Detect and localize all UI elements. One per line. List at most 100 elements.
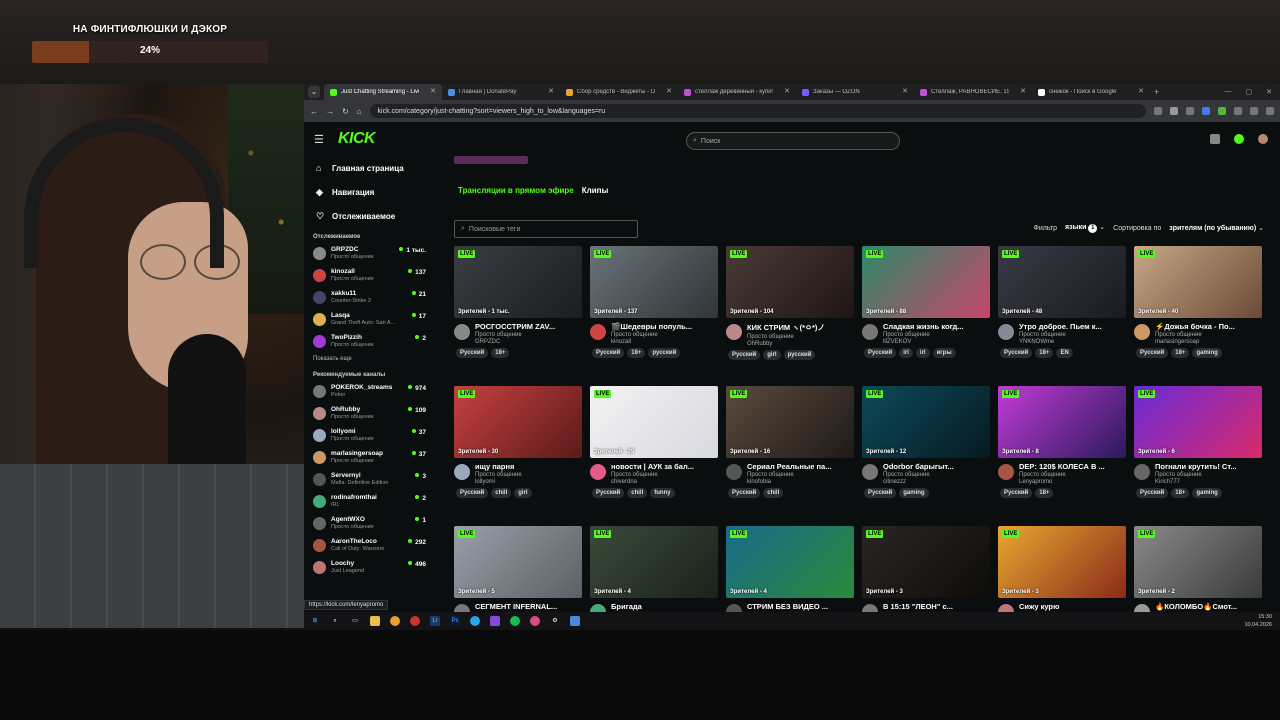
sidebar-channel[interactable]: GRPZDC Просто общение 1 тыс. [304, 242, 450, 264]
stream-title[interactable]: Сериал Реальные па... [747, 462, 851, 471]
tag-pill[interactable]: русский [783, 350, 816, 360]
channel-name[interactable]: marlasingersoap [1155, 339, 1259, 345]
download-icon[interactable] [1234, 107, 1242, 115]
stream-thumbnail[interactable]: LIVE Зрителей - 29 [590, 386, 718, 458]
tag-pill[interactable]: gaming [1192, 488, 1222, 498]
browser-tab[interactable]: Just Chatting Streaming - Live ✕ [324, 84, 442, 100]
channel-name[interactable]: OhRubby [747, 341, 851, 347]
chrome-icon[interactable] [390, 616, 400, 626]
stream-card[interactable]: LIVE Зрителей - 8 DEP: 120$ КОЛЕСА В ... Пр… [998, 386, 1126, 514]
stream-title[interactable]: Сладкая жизнь когд... [883, 322, 987, 331]
sidebar-nav-item[interactable]: ⌂ Главная страница [304, 156, 450, 180]
stream-title[interactable]: Бригада [611, 602, 715, 611]
hamburger-icon[interactable]: ☰ [314, 133, 330, 146]
channel-name[interactable]: GRPZDC [475, 339, 579, 345]
stream-card[interactable]: LIVE Зрителей - 104 КИК СТРИМ ヽ(*ㅇ*)ノ Прост… [726, 246, 854, 374]
sidebar-channel[interactable]: kinozall Просто общение 137 [304, 264, 450, 286]
close-icon[interactable]: ✕ [666, 87, 672, 95]
tag-pill[interactable]: chill [763, 488, 784, 498]
close-icon[interactable]: ✕ [430, 87, 436, 95]
tag-pill[interactable]: 18+ [1171, 488, 1190, 498]
tag-pill[interactable]: girl [514, 488, 532, 498]
sidebar-channel[interactable]: AaronTheLoco Call of Duty: Warzone 292 [304, 534, 450, 556]
avatar[interactable] [862, 604, 878, 612]
tag-pill[interactable]: EN [1056, 348, 1073, 358]
tag-pill[interactable]: 18+ [627, 348, 646, 358]
stream-card[interactable]: LIVE Зрителей - 137 🎬Шедевры популь... Прос… [590, 246, 718, 374]
stream-title[interactable]: Сижу курю [1019, 602, 1123, 611]
tab-search-button[interactable]: ⌄ [308, 86, 320, 98]
app-icon[interactable] [570, 616, 580, 626]
extension-icon[interactable] [1186, 107, 1194, 115]
stream-title[interactable]: Погнали крутить! Ст... [1155, 462, 1259, 471]
app-icon[interactable] [530, 616, 540, 626]
stream-thumbnail[interactable]: LIVE Зрителей - 1 тыс. [454, 246, 582, 318]
channel-name[interactable]: Lenyapromo [1019, 479, 1123, 485]
file-explorer-icon[interactable] [370, 616, 380, 626]
tag-pill[interactable]: funny [650, 488, 675, 498]
avatar[interactable] [998, 464, 1014, 480]
stream-card[interactable]: LIVE Зрителей - 48 Утро доброе. Пьем к... П… [998, 246, 1126, 374]
tag-pill[interactable]: Русский [728, 488, 761, 498]
sidebar-nav-item[interactable]: ♡ Отслеживаемое [304, 204, 450, 228]
url-field[interactable]: kick.com/category/just-chatting?sort=vie… [369, 104, 1146, 118]
browser-tab[interactable]: Заказы — OZON ✕ [796, 84, 914, 100]
sidebar-channel[interactable]: rodinafromthai IRL 2 [304, 490, 450, 512]
stream-title[interactable]: СТРИМ БЕЗ ВИДЕО ... [747, 602, 851, 611]
tag-pill[interactable]: irl [899, 348, 913, 358]
tab-clips[interactable]: Клипы [582, 186, 609, 195]
stream-title[interactable]: ищу парня [475, 462, 579, 471]
sidebar-channel[interactable]: marlasingersoap Просто общение 37 [304, 446, 450, 468]
avatar[interactable] [862, 464, 878, 480]
task-view-icon[interactable]: ▭ [350, 616, 360, 626]
channel-name[interactable]: YNKNOWme [1019, 339, 1123, 345]
tag-pill[interactable]: Русский [1136, 488, 1169, 498]
sort-dropdown[interactable]: зрителям (по убыванию) ⌄ [1169, 224, 1264, 232]
avatar[interactable] [1134, 604, 1150, 612]
stream-thumbnail[interactable]: LIVE Зрителей - 4 [590, 526, 718, 598]
stream-thumbnail[interactable]: LIVE Зрителей - 88 [862, 246, 990, 318]
stream-thumbnail[interactable]: LIVE Зрителей - 3 [862, 526, 990, 598]
tag-pill[interactable]: gaming [1192, 348, 1222, 358]
close-icon[interactable]: ✕ [902, 87, 908, 95]
tag-pill[interactable]: игры [932, 348, 956, 358]
stream-category[interactable]: Просто общение [1155, 472, 1259, 478]
home-icon[interactable]: ⌂ [357, 107, 362, 116]
avatar[interactable] [726, 604, 742, 612]
search-icon[interactable]: ⌕ [330, 616, 340, 626]
sidebar-channel[interactable]: Loochy Just Leagend 496 [304, 556, 450, 578]
stream-card[interactable]: LIVE Зрителей - 3 В 15:15 "ЛЕОН" с...Прост… [862, 526, 990, 612]
profile-icon[interactable] [1250, 107, 1258, 115]
kick-coin-icon[interactable] [1234, 134, 1244, 144]
stream-category[interactable]: Просто общение [1019, 332, 1123, 338]
tag-pill[interactable]: Русский [456, 348, 489, 358]
avatar[interactable] [998, 324, 1014, 340]
clips-icon[interactable] [1210, 134, 1220, 144]
stream-title[interactable]: 🎬Шедевры популь... [611, 322, 715, 331]
close-icon[interactable]: ✕ [548, 87, 554, 95]
spotify-icon[interactable] [510, 616, 520, 626]
tag-pill[interactable]: Русский [864, 488, 897, 498]
channel-name[interactable]: kinofobia [747, 479, 851, 485]
language-dropdown[interactable]: языки 1 ⌄ [1065, 223, 1105, 233]
channel-name[interactable]: kinozall [611, 339, 715, 345]
tag-pill[interactable]: girl [763, 350, 781, 360]
stream-card[interactable]: LIVE Зрителей - 88 Сладкая жизнь когд... Пр… [862, 246, 990, 374]
minimize-icon[interactable]: — [1225, 88, 1232, 96]
stream-title[interactable]: В 15:15 "ЛЕОН" с... [883, 602, 987, 611]
stream-category[interactable]: Просто общение [747, 472, 851, 478]
stream-title[interactable]: СЕГМЕНТ INFERNAL... [475, 602, 579, 611]
close-icon[interactable]: ✕ [1020, 87, 1026, 95]
avatar[interactable] [590, 604, 606, 612]
photoshop-icon[interactable]: Ps [450, 616, 460, 626]
stream-title[interactable]: РОСГОССТРИМ ZAV... [475, 322, 579, 331]
avatar[interactable] [590, 464, 606, 480]
stream-category[interactable]: Просто общение [611, 332, 715, 338]
avatar[interactable] [454, 604, 470, 612]
extension-icon[interactable] [1202, 107, 1210, 115]
avatar[interactable] [454, 464, 470, 480]
stream-category[interactable]: Просто общение [747, 334, 851, 340]
stream-card[interactable]: LIVE Зрителей - 16 Сериал Реальные па... Пр… [726, 386, 854, 514]
tab-live-streams[interactable]: Трансляции в прямом эфире [458, 186, 574, 195]
stream-card[interactable]: LIVE Зрителей - 12 Ọdorbor барыгыт... Прост… [862, 386, 990, 514]
